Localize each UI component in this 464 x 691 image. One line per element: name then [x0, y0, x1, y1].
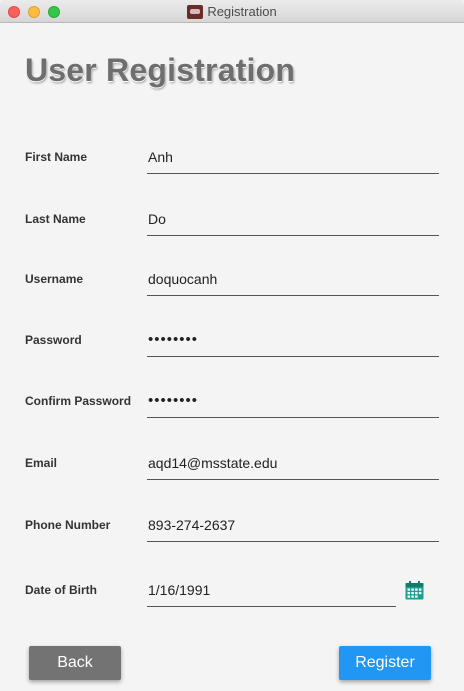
window-title: Registration [207, 4, 277, 19]
form-row-confirm-password: Confirm Password •••••••• [0, 384, 464, 418]
date-of-birth-field[interactable]: 1/16/1991 [147, 573, 396, 607]
phone-number-field[interactable]: 893-274-2637 [147, 508, 439, 542]
form-row-email: Email aqd14@msstate.edu [0, 446, 464, 480]
username-label: Username [25, 272, 84, 286]
form-row-phone-number: Phone Number 893-274-2637 [0, 508, 464, 542]
app-icon [187, 4, 204, 19]
form-row-username: Username doquocanh [0, 262, 464, 296]
form-row-date-of-birth: Date of Birth 1/16/1991 [0, 573, 464, 607]
page-title: User Registration [25, 52, 296, 88]
title-bar: Registration [0, 0, 464, 23]
username-field[interactable]: doquocanh [147, 262, 439, 296]
back-button[interactable]: Back [29, 646, 121, 680]
password-label: Password [25, 333, 82, 347]
password-field[interactable]: •••••••• [147, 323, 439, 357]
registration-window: Registration User Registration First Nam… [0, 0, 464, 691]
confirm-password-field[interactable]: •••••••• [147, 384, 439, 418]
email-field[interactable]: aqd14@msstate.edu [147, 446, 439, 480]
first-name-field[interactable]: Anh [147, 140, 439, 174]
form-row-last-name: Last Name Do [0, 202, 464, 236]
window-title-group: Registration [0, 0, 464, 23]
first-name-label: First Name [25, 150, 88, 164]
last-name-field[interactable]: Do [147, 202, 439, 236]
email-label: Email [25, 456, 58, 470]
last-name-label: Last Name [25, 212, 86, 226]
register-button[interactable]: Register [339, 646, 431, 680]
phone-number-label: Phone Number [25, 518, 111, 532]
form-row-first-name: First Name Anh [0, 140, 464, 174]
date-of-birth-label: Date of Birth [25, 583, 97, 597]
form-row-password: Password •••••••• [0, 323, 464, 357]
calendar-icon[interactable] [405, 581, 424, 600]
confirm-password-label: Confirm Password [25, 394, 132, 408]
